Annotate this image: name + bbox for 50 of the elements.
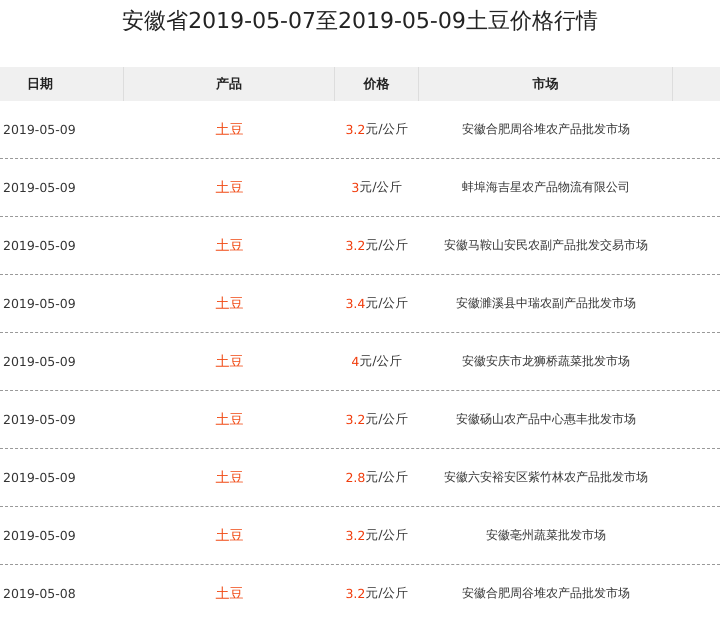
price-value: 2.8 bbox=[345, 470, 366, 485]
column-header: 市场 bbox=[419, 67, 673, 101]
date-cell-text: 2019-05-09 bbox=[2, 295, 77, 313]
price-value: 3.2 bbox=[345, 122, 366, 137]
column-header: 价格 bbox=[335, 67, 419, 101]
price-value: 3.2 bbox=[345, 412, 366, 427]
market-cell-text: 安徽安庆市龙狮桥蔬菜批发市场 bbox=[461, 353, 631, 370]
date-cell-text: 2019-05-09 bbox=[2, 121, 77, 139]
market-cell-text: 安徽砀山农产品中心惠丰批发市场 bbox=[455, 411, 637, 428]
product-cell-text: 土豆 bbox=[214, 178, 244, 198]
price-unit: 元/公斤 bbox=[365, 411, 409, 428]
product-cell-text: 土豆 bbox=[214, 468, 244, 488]
price-unit: 元/公斤 bbox=[365, 469, 409, 486]
price-value: 3.2 bbox=[345, 528, 366, 543]
price-unit: 元/公斤 bbox=[365, 295, 409, 312]
date-cell-text: 2019-05-09 bbox=[2, 469, 77, 487]
price-value: 4 bbox=[351, 354, 360, 369]
price-unit: 元/公斤 bbox=[365, 585, 409, 602]
date-cell-text: 2019-05-08 bbox=[2, 585, 77, 603]
price-value: 3 bbox=[351, 180, 360, 195]
price-unit: 元/公斤 bbox=[365, 527, 409, 544]
market-cell-text: 安徽亳州蔬菜批发市场 bbox=[485, 527, 607, 544]
page-title: 安徽省2019-05-07至2019-05-09土豆价格行情 bbox=[121, 8, 599, 36]
price-unit: 元/公斤 bbox=[365, 121, 409, 138]
column-header: 产品 bbox=[124, 67, 335, 101]
market-cell-text: 安徽合肥周谷堆农产品批发市场 bbox=[461, 121, 631, 138]
product-cell-text: 土豆 bbox=[214, 120, 244, 140]
market-cell-text: 安徽马鞍山安民农副产品批发交易市场 bbox=[443, 237, 649, 254]
market-cell-text: 安徽合肥周谷堆农产品批发市场 bbox=[461, 585, 631, 602]
date-cell-text: 2019-05-09 bbox=[2, 237, 77, 255]
price-value: 3.2 bbox=[345, 586, 366, 601]
product-cell-text: 土豆 bbox=[214, 584, 244, 604]
product-cell-text: 土豆 bbox=[214, 294, 244, 314]
market-cell-text: 安徽濉溪县中瑞农副产品批发市场 bbox=[455, 295, 637, 312]
product-cell-text: 土豆 bbox=[214, 236, 244, 256]
price-value: 3.4 bbox=[345, 296, 366, 311]
price-unit: 元/公斤 bbox=[359, 179, 403, 196]
date-cell-text: 2019-05-09 bbox=[2, 411, 77, 429]
product-cell-text: 土豆 bbox=[214, 526, 244, 546]
market-cell-text: 蚌埠海吉星农产品物流有限公司 bbox=[461, 179, 631, 196]
product-cell-text: 土豆 bbox=[214, 352, 244, 372]
product-cell-text: 土豆 bbox=[214, 410, 244, 430]
column-header: 日期 bbox=[0, 67, 124, 101]
date-cell-text: 2019-05-09 bbox=[2, 353, 77, 371]
price-unit: 元/公斤 bbox=[365, 237, 409, 254]
date-cell-text: 2019-05-09 bbox=[2, 179, 77, 197]
market-cell-text: 安徽六安裕安区紫竹林农产品批发市场 bbox=[443, 469, 649, 486]
price-unit: 元/公斤 bbox=[359, 353, 403, 370]
price-value: 3.2 bbox=[345, 238, 366, 253]
date-cell-text: 2019-05-09 bbox=[2, 527, 77, 545]
